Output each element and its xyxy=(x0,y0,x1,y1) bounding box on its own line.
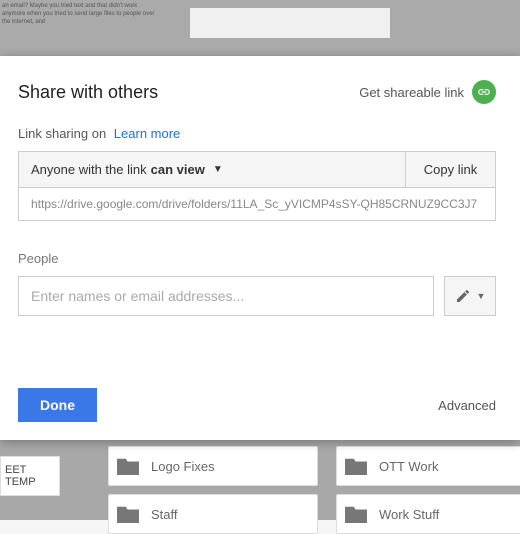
done-button[interactable]: Done xyxy=(18,388,97,422)
share-modal: Share with others Get shareable link Lin… xyxy=(0,56,520,440)
folder-tile: Work Stuff xyxy=(336,494,520,534)
backdrop-top: an email? Maybe you tried text and that … xyxy=(0,0,520,56)
learn-more-link[interactable]: Learn more xyxy=(114,126,180,141)
permission-row: Anyone with the link can view ▼ Copy lin… xyxy=(18,151,496,188)
get-shareable-link-label: Get shareable link xyxy=(359,85,464,100)
share-url-field[interactable]: https://drive.google.com/drive/folders/1… xyxy=(18,188,496,221)
people-input[interactable] xyxy=(18,276,434,316)
permission-prefix: Anyone with the link xyxy=(31,162,147,177)
modal-footer: Done Advanced xyxy=(18,388,496,422)
link-icon xyxy=(472,80,496,104)
permission-edit-button[interactable]: ▼ xyxy=(444,276,496,316)
get-shareable-link-button[interactable]: Get shareable link xyxy=(359,80,496,104)
backdrop-text-snippet: an email? Maybe you tried text and that … xyxy=(0,0,160,28)
permission-mode: can view xyxy=(151,162,205,177)
backdrop-bottom: Logo Fixes OTT Work Staff Work Stuff EET… xyxy=(0,440,520,520)
chevron-down-icon: ▼ xyxy=(477,291,486,301)
link-sharing-status: Link sharing on Learn more xyxy=(18,126,496,141)
folder-tile: OTT Work xyxy=(336,446,520,486)
modal-header: Share with others Get shareable link xyxy=(18,80,496,104)
chevron-down-icon: ▼ xyxy=(213,164,223,175)
folder-label: OTT Work xyxy=(379,459,438,474)
people-row: ▼ xyxy=(18,276,496,316)
folder-icon xyxy=(345,457,367,475)
folder-label: Staff xyxy=(151,507,178,522)
modal-title: Share with others xyxy=(18,82,158,103)
folder-label: Work Stuff xyxy=(379,507,439,522)
people-label: People xyxy=(18,251,496,266)
folder-icon xyxy=(345,505,367,523)
folder-label: Logo Fixes xyxy=(151,459,215,474)
folder-tile: Logo Fixes xyxy=(108,446,318,486)
folder-tile: Staff xyxy=(108,494,318,534)
backdrop-chart-thumbnail xyxy=(190,8,390,38)
copy-link-button[interactable]: Copy link xyxy=(405,152,495,187)
pencil-icon xyxy=(455,288,471,304)
folder-icon xyxy=(117,457,139,475)
advanced-link[interactable]: Advanced xyxy=(438,398,496,413)
folder-icon xyxy=(117,505,139,523)
backdrop-side-label: EET TEMP xyxy=(0,456,60,496)
permission-dropdown[interactable]: Anyone with the link can view ▼ xyxy=(19,152,405,187)
